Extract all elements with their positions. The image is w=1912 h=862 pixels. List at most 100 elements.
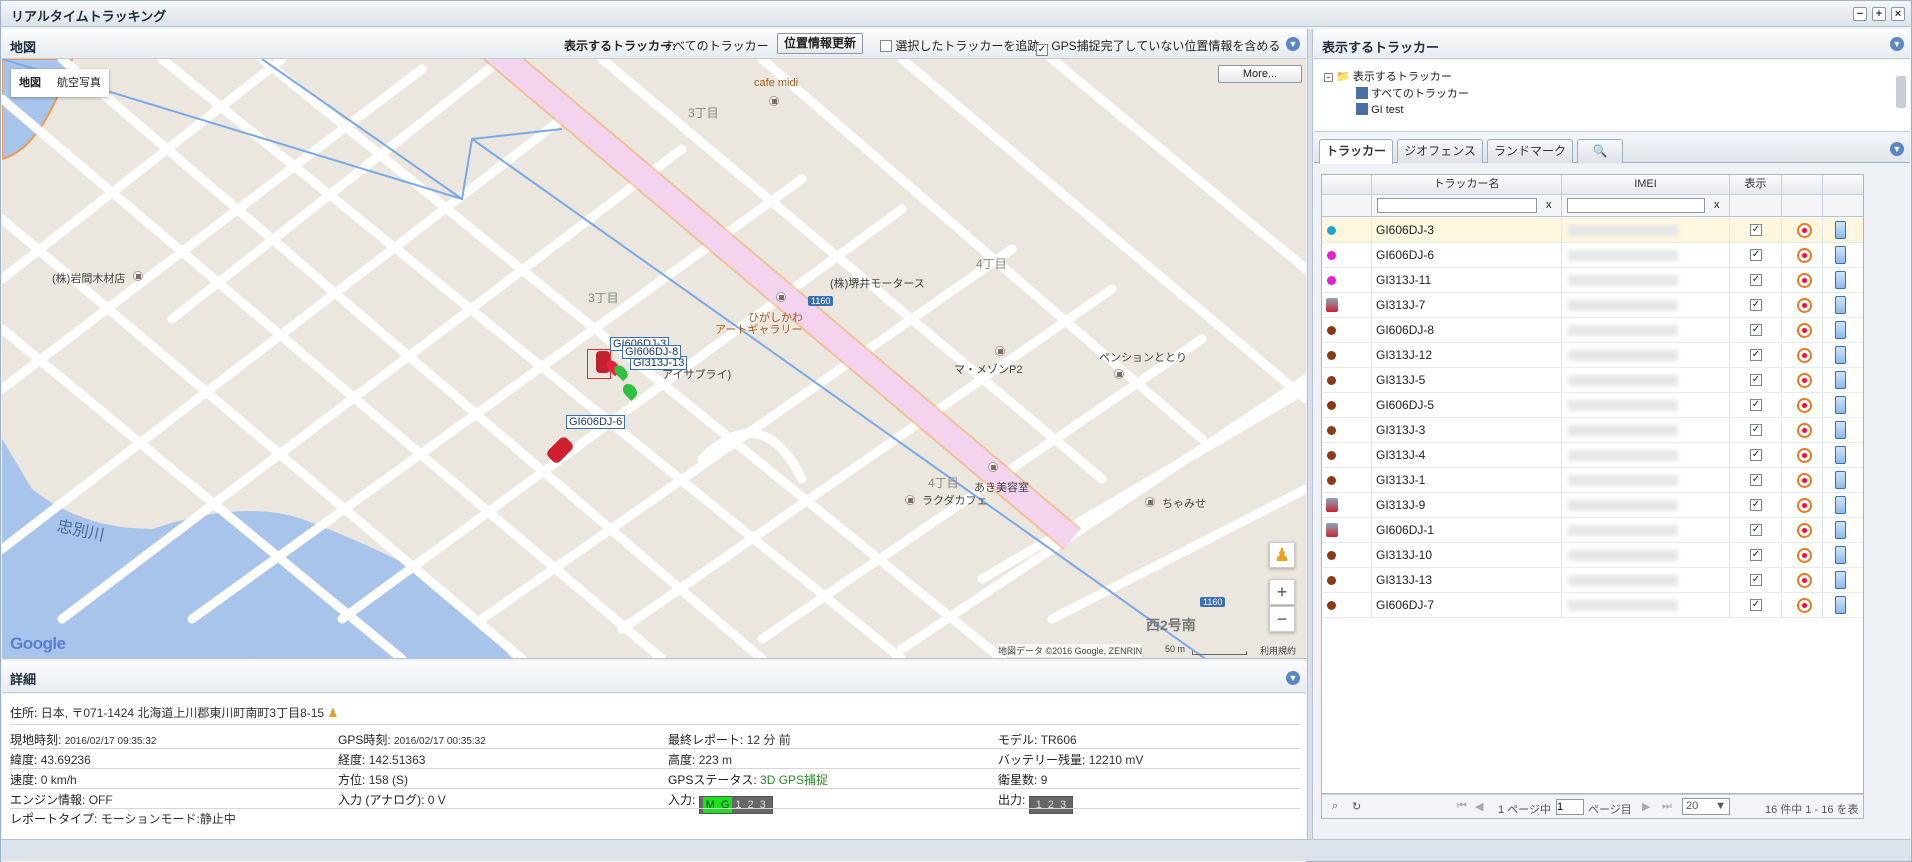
- device-phone-icon[interactable]: [1835, 246, 1846, 264]
- locate-target-icon[interactable]: [1797, 448, 1812, 463]
- table-row[interactable]: GI313J-1 ✓: [1322, 468, 1863, 493]
- locate-target-icon[interactable]: [1797, 273, 1812, 288]
- page-number-input[interactable]: [1556, 799, 1584, 815]
- tab-landmark[interactable]: ランドマーク: [1487, 139, 1573, 163]
- table-row[interactable]: GI606DJ-3 ✓: [1322, 218, 1863, 243]
- close-icon[interactable]: ×: [1891, 7, 1905, 21]
- show-checkbox[interactable]: ✓: [1750, 274, 1762, 286]
- table-row[interactable]: GI313J-12 ✓: [1322, 343, 1863, 368]
- locate-target-icon[interactable]: [1797, 423, 1812, 438]
- trackers-value[interactable]: すべてのトラッカー: [662, 37, 769, 54]
- follow-checkbox[interactable]: [880, 40, 892, 52]
- table-row[interactable]: GI606DJ-8 ✓: [1322, 318, 1863, 343]
- tab-geofence[interactable]: ジオフェンス: [1397, 139, 1483, 163]
- locate-target-icon[interactable]: [1797, 548, 1812, 563]
- map-terms[interactable]: 利用規約: [1260, 644, 1296, 657]
- device-phone-icon[interactable]: [1835, 421, 1846, 439]
- prev-page-icon[interactable]: ◀: [1475, 800, 1483, 813]
- marker-label-4[interactable]: GI606DJ-6: [566, 415, 626, 429]
- table-row[interactable]: GI606DJ-7 ✓: [1322, 593, 1863, 618]
- show-checkbox[interactable]: ✓: [1750, 549, 1762, 561]
- show-checkbox[interactable]: ✓: [1750, 249, 1762, 261]
- device-phone-icon[interactable]: [1835, 346, 1846, 364]
- filter-name-input[interactable]: [1377, 198, 1537, 213]
- show-checkbox[interactable]: ✓: [1750, 474, 1762, 486]
- tree-root[interactable]: − 📁 表示するトラッカー: [1324, 68, 1452, 84]
- tree-scrollbar[interactable]: [1896, 76, 1906, 108]
- locate-target-icon[interactable]: [1797, 223, 1812, 238]
- page-size-select[interactable]: 20 ▼: [1682, 798, 1730, 815]
- marker-label-3[interactable]: GI606DJ-8: [622, 345, 682, 359]
- table-row[interactable]: GI606DJ-5 ✓: [1322, 393, 1863, 418]
- device-phone-icon[interactable]: [1835, 221, 1846, 239]
- locate-target-icon[interactable]: [1797, 523, 1812, 538]
- device-phone-icon[interactable]: [1835, 496, 1846, 514]
- device-phone-icon[interactable]: [1835, 546, 1846, 564]
- device-phone-icon[interactable]: [1835, 471, 1846, 489]
- more-button[interactable]: More...: [1218, 65, 1302, 83]
- locate-target-icon[interactable]: [1797, 473, 1812, 488]
- map-collapse-icon[interactable]: ▼: [1286, 37, 1300, 51]
- device-phone-icon[interactable]: [1835, 271, 1846, 289]
- show-checkbox[interactable]: ✓: [1750, 374, 1762, 386]
- show-checkbox[interactable]: ✓: [1750, 324, 1762, 336]
- locate-target-icon[interactable]: [1797, 398, 1812, 413]
- vertical-splitter[interactable]: [1307, 29, 1313, 839]
- show-checkbox[interactable]: ✓: [1750, 299, 1762, 311]
- table-row[interactable]: GI313J-9 ✓: [1322, 493, 1863, 518]
- include-checkbox-group[interactable]: ✓ GPS捕捉完了していない位置情報を含める: [1036, 37, 1280, 56]
- details-collapse-icon[interactable]: ▼: [1286, 671, 1300, 685]
- map-type-satellite[interactable]: 航空写真: [49, 77, 109, 89]
- reload-icon[interactable]: ↻: [1352, 800, 1361, 813]
- locate-target-icon[interactable]: [1797, 373, 1812, 388]
- col-header-imei[interactable]: IMEI: [1562, 175, 1730, 195]
- device-phone-icon[interactable]: [1835, 596, 1846, 614]
- table-row[interactable]: GI313J-11 ✓: [1322, 268, 1863, 293]
- refresh-location-button[interactable]: 位置情報更新: [777, 33, 863, 54]
- show-checkbox[interactable]: ✓: [1750, 349, 1762, 361]
- last-page-icon[interactable]: ⏭: [1662, 800, 1672, 813]
- locate-target-icon[interactable]: [1797, 498, 1812, 513]
- show-checkbox[interactable]: ✓: [1750, 449, 1762, 461]
- device-phone-icon[interactable]: [1835, 296, 1846, 314]
- device-phone-icon[interactable]: [1835, 321, 1846, 339]
- right-collapse-icon[interactable]: ▼: [1890, 37, 1904, 51]
- table-row[interactable]: GI606DJ-6 ✓: [1322, 243, 1863, 268]
- clear-name-filter[interactable]: x: [1546, 199, 1552, 211]
- map-type-map[interactable]: 地図: [11, 77, 49, 89]
- show-checkbox[interactable]: ✓: [1750, 599, 1762, 611]
- tree-item-gi-test[interactable]: GI test: [1356, 103, 1403, 116]
- table-row[interactable]: GI313J-13 ✓: [1322, 568, 1863, 593]
- street-view-icon[interactable]: ♟: [1269, 542, 1295, 568]
- show-checkbox[interactable]: ✓: [1750, 574, 1762, 586]
- tab-trackers[interactable]: トラッカー: [1319, 139, 1393, 164]
- map-canvas[interactable]: 地図 航空写真 More... cafe midi 3丁目 3丁目 4丁目 4丁目…: [2, 59, 1306, 659]
- zoom-in-button[interactable]: +: [1269, 579, 1295, 605]
- zoom-out-button[interactable]: −: [1269, 606, 1295, 632]
- locate-target-icon[interactable]: [1797, 348, 1812, 363]
- table-row[interactable]: GI313J-3 ✓: [1322, 418, 1863, 443]
- locate-target-icon[interactable]: [1797, 573, 1812, 588]
- table-row[interactable]: GI313J-5 ✓: [1322, 368, 1863, 393]
- include-checkbox[interactable]: ✓: [1036, 44, 1048, 56]
- locate-target-icon[interactable]: [1797, 598, 1812, 613]
- refresh-search-icon[interactable]: ⌕: [1332, 800, 1338, 813]
- table-row[interactable]: GI606DJ-1 ✓: [1322, 518, 1863, 543]
- maximize-icon[interactable]: +: [1872, 7, 1886, 21]
- locate-target-icon[interactable]: [1797, 323, 1812, 338]
- first-page-icon[interactable]: ⏮: [1457, 800, 1467, 813]
- show-checkbox[interactable]: ✓: [1750, 499, 1762, 511]
- device-phone-icon[interactable]: [1835, 446, 1846, 464]
- col-header-name[interactable]: トラッカー名: [1372, 175, 1562, 195]
- show-checkbox[interactable]: ✓: [1750, 399, 1762, 411]
- show-checkbox[interactable]: ✓: [1750, 424, 1762, 436]
- tree-item-all[interactable]: すべてのトラッカー: [1356, 85, 1469, 101]
- locate-target-icon[interactable]: [1797, 248, 1812, 263]
- tab-search[interactable]: 🔍: [1577, 139, 1623, 163]
- filter-imei-input[interactable]: [1567, 198, 1705, 213]
- street-view-person-icon[interactable]: ♟: [327, 706, 338, 720]
- show-checkbox[interactable]: ✓: [1750, 524, 1762, 536]
- next-page-icon[interactable]: ▶: [1642, 800, 1650, 813]
- locate-target-icon[interactable]: [1797, 298, 1812, 313]
- clear-imei-filter[interactable]: x: [1714, 199, 1720, 211]
